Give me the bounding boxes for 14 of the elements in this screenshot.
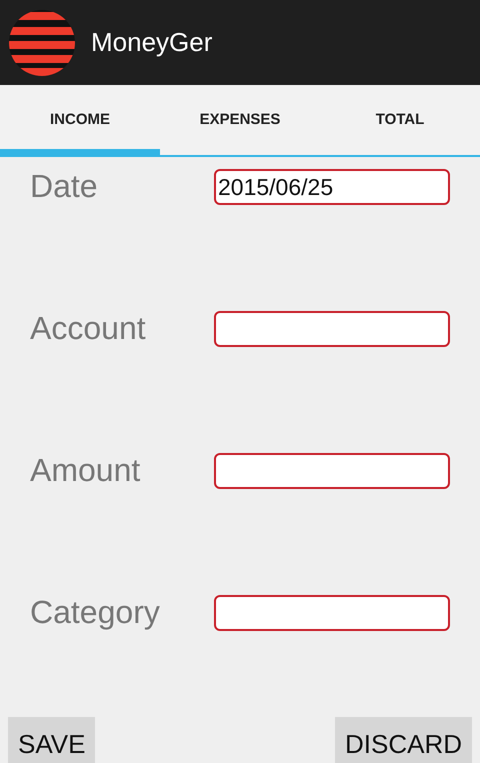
save-button[interactable]: SAVE xyxy=(8,717,96,763)
field-label: Amount xyxy=(30,453,142,487)
field-label: Category xyxy=(30,595,161,629)
tab[interactable]: INCOME xyxy=(0,85,160,155)
input-field[interactable]: 2015/06/25 xyxy=(214,169,450,205)
tab[interactable]: EXPENSES xyxy=(160,85,320,155)
input-field[interactable] xyxy=(214,311,450,347)
tab[interactable]: TOTAL xyxy=(320,85,480,155)
input-field[interactable] xyxy=(214,453,450,489)
input-field[interactable] xyxy=(214,595,450,631)
discard-button[interactable]: DISCARD xyxy=(334,717,472,763)
field-label: Account xyxy=(30,311,147,345)
app-title: MoneyGer xyxy=(91,26,212,59)
field-label: Date xyxy=(30,169,99,203)
